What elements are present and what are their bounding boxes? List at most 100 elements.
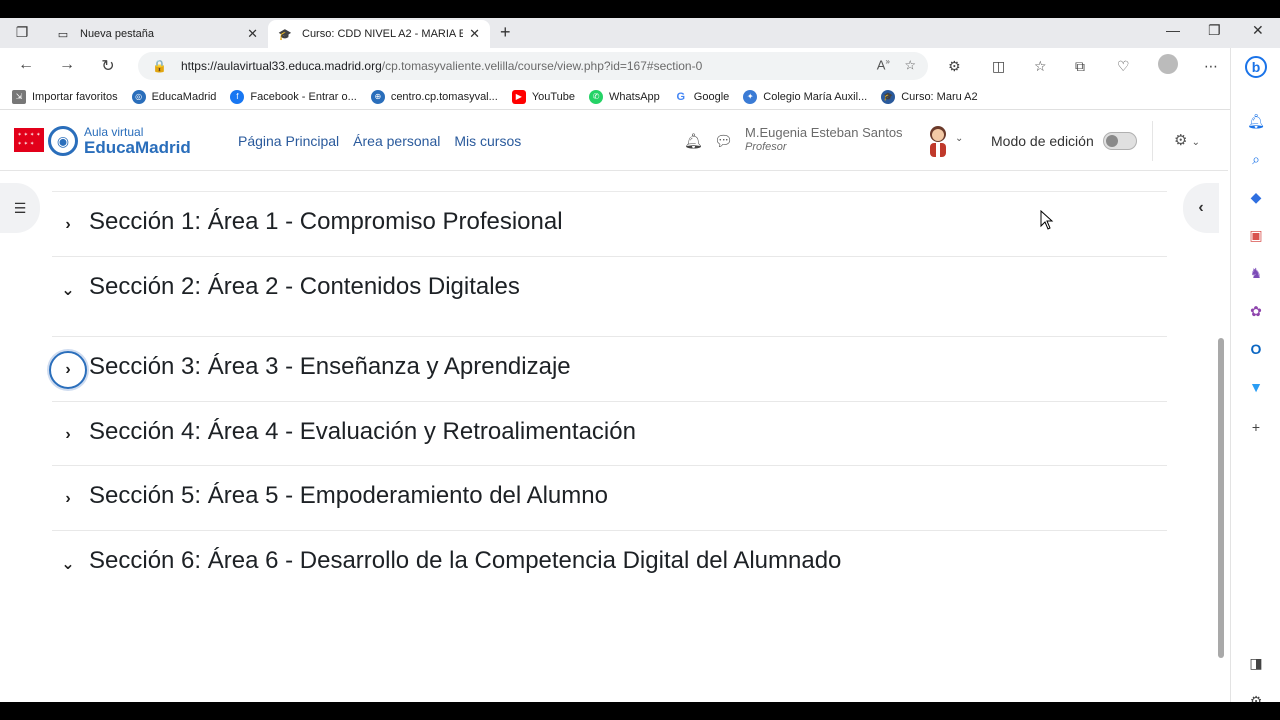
chevron-down-icon[interactable]: ⌄ (955, 133, 963, 144)
educamadrid-icon: ◎ (131, 89, 146, 104)
tools-icon[interactable]: ▣ (1245, 224, 1267, 246)
tab-bar: ❐ ▭ Nueva pestaña ✕ 🎓 Curso: CDD NIVEL A… (0, 18, 1280, 48)
favorite-item[interactable]: ✦ Colegio María Auxil... (743, 89, 867, 104)
minimize-icon[interactable]: — (1166, 22, 1180, 38)
collections-icon[interactable]: ⧉ (1075, 58, 1085, 75)
youtube-icon: ▶ (511, 89, 526, 104)
section-title[interactable]: Sección 4: Área 4 - Evaluación y Retroal… (89, 418, 636, 446)
section-title[interactable]: Sección 6: Área 6 - Desarrollo de la Com… (89, 547, 841, 575)
course-section: › Sección 4: Área 4 - Evaluación y Retro… (52, 402, 1167, 466)
moodle-hat-icon: 🎓 (881, 89, 896, 104)
performance-icon[interactable]: ♡ (1117, 58, 1130, 75)
profile-avatar[interactable] (1158, 54, 1178, 74)
user-role: Profesor (745, 141, 787, 153)
chevron-down-icon[interactable]: ⌄ (52, 274, 84, 306)
favorite-item[interactable]: ✆ WhatsApp (589, 89, 660, 104)
educamadrid-logo-icon[interactable]: ◉ (48, 126, 78, 156)
bell-icon[interactable]: 🔔︎ (1245, 110, 1267, 132)
section-title[interactable]: Sección 2: Área 2 - Contenidos Digitales (89, 273, 520, 301)
course-section: › Sección 5: Área 5 - Empoderamiento del… (52, 466, 1167, 531)
logo-text-bottom[interactable]: EducaMadrid (84, 138, 191, 158)
settings-icon[interactable]: ⚙ (1245, 690, 1267, 703)
mouse-pointer-icon (1040, 210, 1054, 230)
drop-icon[interactable]: ▼ (1245, 376, 1267, 398)
gear-icon[interactable]: ⚙ ⌄ (1174, 131, 1200, 149)
favorite-item[interactable]: 🎓 Curso: Maru A2 (881, 89, 978, 104)
import-icon: ⇲ (12, 89, 26, 104)
facebook-icon: f (230, 89, 245, 104)
favorite-item[interactable]: ⇲ Importar favoritos (12, 89, 118, 104)
forward-icon[interactable]: → (57, 56, 77, 74)
chevron-right-icon[interactable]: › (52, 209, 84, 241)
bell-icon[interactable]: 🔔︎ (684, 132, 703, 150)
url-field[interactable]: 🔒 https://aulavirtual33.educa.madrid.org… (138, 52, 928, 80)
course-section: ⌄ Sección 2: Área 2 - Contenidos Digital… (52, 257, 1167, 337)
list-icon: ☰ (13, 199, 27, 216)
block-drawer-toggle[interactable]: ‹ (1183, 183, 1219, 233)
edit-mode-label: Modo de edición (991, 133, 1094, 149)
course-content: ☰ ‹ › Sección 1: Área 1 - Compromiso Pro… (0, 171, 1228, 702)
chevron-right-icon[interactable]: › (52, 419, 84, 451)
favorites-bar: ⇲ Importar favoritos ◎ EducaMadrid f Facebo… (0, 84, 1230, 110)
nav-my-courses[interactable]: Mis cursos (454, 133, 521, 149)
add-icon[interactable]: + (1245, 416, 1267, 438)
m365-icon[interactable]: ✿ (1245, 300, 1267, 322)
more-icon[interactable]: ⋯ (1204, 58, 1218, 75)
nav-home[interactable]: Página Principal (238, 133, 339, 149)
section-title[interactable]: Sección 5: Área 5 - Empoderamiento del A… (89, 482, 608, 510)
section-title[interactable]: Sección 3: Área 3 - Enseñanza y Aprendiz… (89, 353, 571, 381)
games-icon[interactable]: ♞ (1245, 262, 1267, 284)
site-header: ✶ ✶ ✶ ✶ ✶ ✶ ✶ ◉ Aula virtual EducaMadrid Págin… (0, 111, 1228, 171)
section-title[interactable]: Sección 1: Área 1 - Compromiso Profesion… (89, 208, 563, 236)
tab-actions-icon[interactable]: ❐ (10, 24, 34, 42)
favorite-item[interactable]: f Facebook - Entrar o... (230, 89, 357, 104)
favorite-item[interactable]: ◎ EducaMadrid (131, 89, 216, 104)
course-section: ⌄ Sección 6: Área 6 - Desarrollo de la C… (52, 531, 1167, 596)
extensions-icon[interactable]: ⚙ (948, 58, 961, 75)
close-icon[interactable]: ✕ (247, 26, 258, 42)
chevron-down-icon[interactable]: ⌄ (52, 548, 84, 580)
user-name[interactable]: M.Eugenia Esteban Santos (745, 125, 903, 140)
split-screen-icon[interactable]: ◫ (992, 58, 1005, 75)
favorite-item[interactable]: ⊕ centro.cp.tomasyval... (370, 89, 498, 104)
restore-icon[interactable]: ❐ (1208, 22, 1221, 39)
favorite-item[interactable]: ▶ YouTube (511, 89, 575, 104)
logo-text-top[interactable]: Aula virtual (84, 125, 143, 139)
tab-course[interactable]: 🎓 Curso: CDD NIVEL A2 - MARIA E ✕ (268, 20, 490, 48)
refresh-icon[interactable]: ↻ (98, 56, 118, 76)
comunidad-madrid-flag-icon: ✶ ✶ ✶ ✶ ✶ ✶ ✶ (14, 128, 44, 152)
messages-icon[interactable]: 💬︎ (714, 132, 733, 150)
tab-title: Nueva pestaña (80, 28, 154, 40)
edge-sidebar: b 🔔︎ ⌕ ◆ ▣ ♞ ✿ O ▼ + ◨ ⚙ (1230, 48, 1280, 702)
main-nav: Página Principal Área personal Mis curso… (238, 133, 521, 149)
browser-window: ❐ ▭ Nueva pestaña ✕ 🎓 Curso: CDD NIVEL A… (0, 18, 1280, 702)
close-icon[interactable]: ✕ (469, 26, 480, 42)
sidebar-panel-icon[interactable]: ◨ (1245, 652, 1267, 674)
favorites-icon[interactable]: ☆ (1034, 58, 1047, 75)
whatsapp-icon: ✆ (589, 89, 604, 104)
close-window-icon[interactable]: ✕ (1252, 22, 1264, 39)
read-aloud-icon[interactable]: A» ☆ (877, 57, 916, 73)
chevron-right-icon[interactable]: › (52, 483, 84, 515)
user-avatar[interactable] (924, 123, 952, 157)
search-icon[interactable]: ⌕ (1245, 148, 1267, 170)
nav-dashboard[interactable]: Área personal (353, 133, 440, 149)
favorite-item[interactable]: G Google (673, 89, 729, 104)
edit-mode-toggle[interactable] (1103, 132, 1137, 150)
tab-new-tab[interactable]: ▭ Nueva pestaña ✕ (46, 20, 268, 48)
globe-icon: ⊕ (370, 89, 385, 104)
page-scrollbar[interactable] (1218, 338, 1224, 658)
lock-icon[interactable]: 🔒 (152, 59, 167, 73)
header-divider (1152, 121, 1153, 161)
course-section: › Sección 3: Área 3 - Enseñanza y Aprend… (49, 337, 1167, 402)
bing-copilot-icon[interactable]: b (1245, 56, 1267, 78)
outlook-icon[interactable]: O (1245, 338, 1267, 360)
back-icon[interactable]: ← (16, 56, 36, 74)
chevron-left-icon: ‹ (1198, 199, 1204, 216)
chevron-right-icon[interactable]: › (49, 351, 87, 389)
course-index-toggle[interactable]: ☰ (0, 183, 40, 233)
tab-title: Curso: CDD NIVEL A2 - MARIA E (302, 28, 464, 40)
shopping-tag-icon[interactable]: ◆ (1245, 186, 1267, 208)
new-tab-icon: ▭ (57, 28, 69, 41)
new-tab-button[interactable]: + (500, 22, 511, 43)
